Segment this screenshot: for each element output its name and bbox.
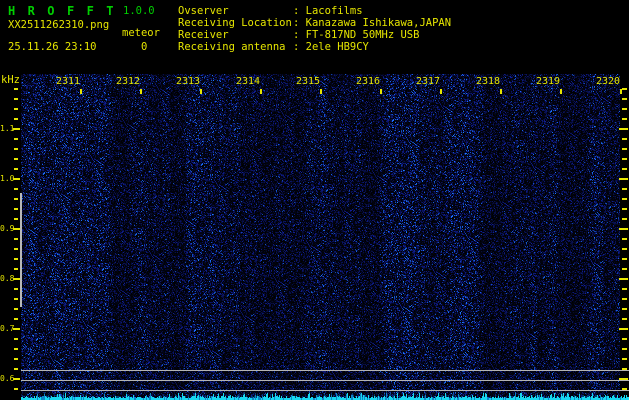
colon: :	[293, 5, 300, 17]
receiver-row-label: Receiver	[178, 28, 229, 41]
observer-row-value: Lacofilms	[305, 5, 363, 17]
freq-minor-tick-left	[14, 288, 18, 290]
freq-minor-tick-left	[14, 138, 18, 140]
colon: :	[293, 28, 300, 41]
freq-minor-tick-left	[14, 348, 18, 350]
app-title: H R O F F T	[8, 4, 117, 18]
detection-band-marker	[20, 193, 22, 307]
freq-minor-tick-left	[14, 208, 18, 210]
freq-minor-tick-left	[14, 198, 18, 200]
freq-major-tick-left	[13, 178, 20, 180]
freq-minor-tick-left	[14, 218, 18, 220]
colon: :	[293, 16, 300, 29]
app-version: 1.0.0	[123, 5, 155, 17]
antenna-row-label: Receiving antenna	[178, 40, 286, 53]
spectrogram-canvas	[21, 74, 629, 400]
output-filename: XX2511262310.png	[8, 19, 110, 31]
freq-minor-tick-left	[14, 148, 18, 150]
freq-major-tick-left	[13, 378, 20, 380]
freq-minor-tick-left	[14, 188, 18, 190]
freq-tick-label: 1.1	[0, 124, 15, 133]
antenna-row-value: 2ele HB9CY	[305, 40, 369, 53]
freq-tick-label: 1.0	[0, 174, 15, 183]
freq-minor-tick-left	[14, 298, 18, 300]
freq-minor-tick-left	[14, 358, 18, 360]
observer-info: Ovserver: Lacofilms Receiving Location: …	[178, 5, 452, 54]
freq-minor-tick-left	[14, 308, 18, 310]
freq-minor-tick-left	[14, 98, 18, 100]
freq-minor-tick-left	[14, 108, 18, 110]
timestamp: 25.11.26 23:10	[8, 41, 97, 53]
freq-minor-tick-left	[14, 318, 18, 320]
receiver-row-value: FT-817ND 50MHz USB	[305, 28, 420, 41]
freq-tick-label: 0.9	[0, 224, 15, 233]
freq-minor-tick-left	[14, 368, 18, 370]
freq-minor-tick-left	[14, 248, 18, 250]
freq-minor-tick-left	[14, 158, 18, 160]
freq-minor-tick-left	[14, 238, 18, 240]
freq-minor-tick-left	[14, 268, 18, 270]
freq-tick-label: 0.8	[0, 274, 15, 283]
hrofft-spectrogram-screen: H R O F F T 1.0.0 XX2511262310.png meteo…	[0, 0, 629, 400]
freq-minor-tick-left	[14, 168, 18, 170]
freq-minor-tick-left	[14, 388, 18, 390]
colon: :	[293, 40, 300, 53]
freq-major-tick-left	[13, 278, 20, 280]
mode-label: meteor	[122, 27, 160, 39]
freq-major-tick-left	[13, 128, 20, 130]
location-row-value: Kanazawa Ishikawa,JAPAN	[305, 16, 452, 29]
freq-minor-tick-left	[14, 338, 18, 340]
freq-minor-tick-left	[14, 118, 18, 120]
freq-major-tick-left	[13, 228, 20, 230]
freq-tick-label: 0.7	[0, 324, 15, 333]
freq-major-tick-left	[13, 328, 20, 330]
freq-minor-tick-left	[14, 258, 18, 260]
antenna-row: Receiving antenna: 2ele HB9CY	[178, 40, 451, 54]
meteor-count: 0	[141, 41, 148, 53]
freq-tick-label: 0.6	[0, 374, 15, 383]
freq-minor-tick-left	[14, 88, 18, 90]
y-axis-unit-label: kHz	[1, 74, 20, 86]
